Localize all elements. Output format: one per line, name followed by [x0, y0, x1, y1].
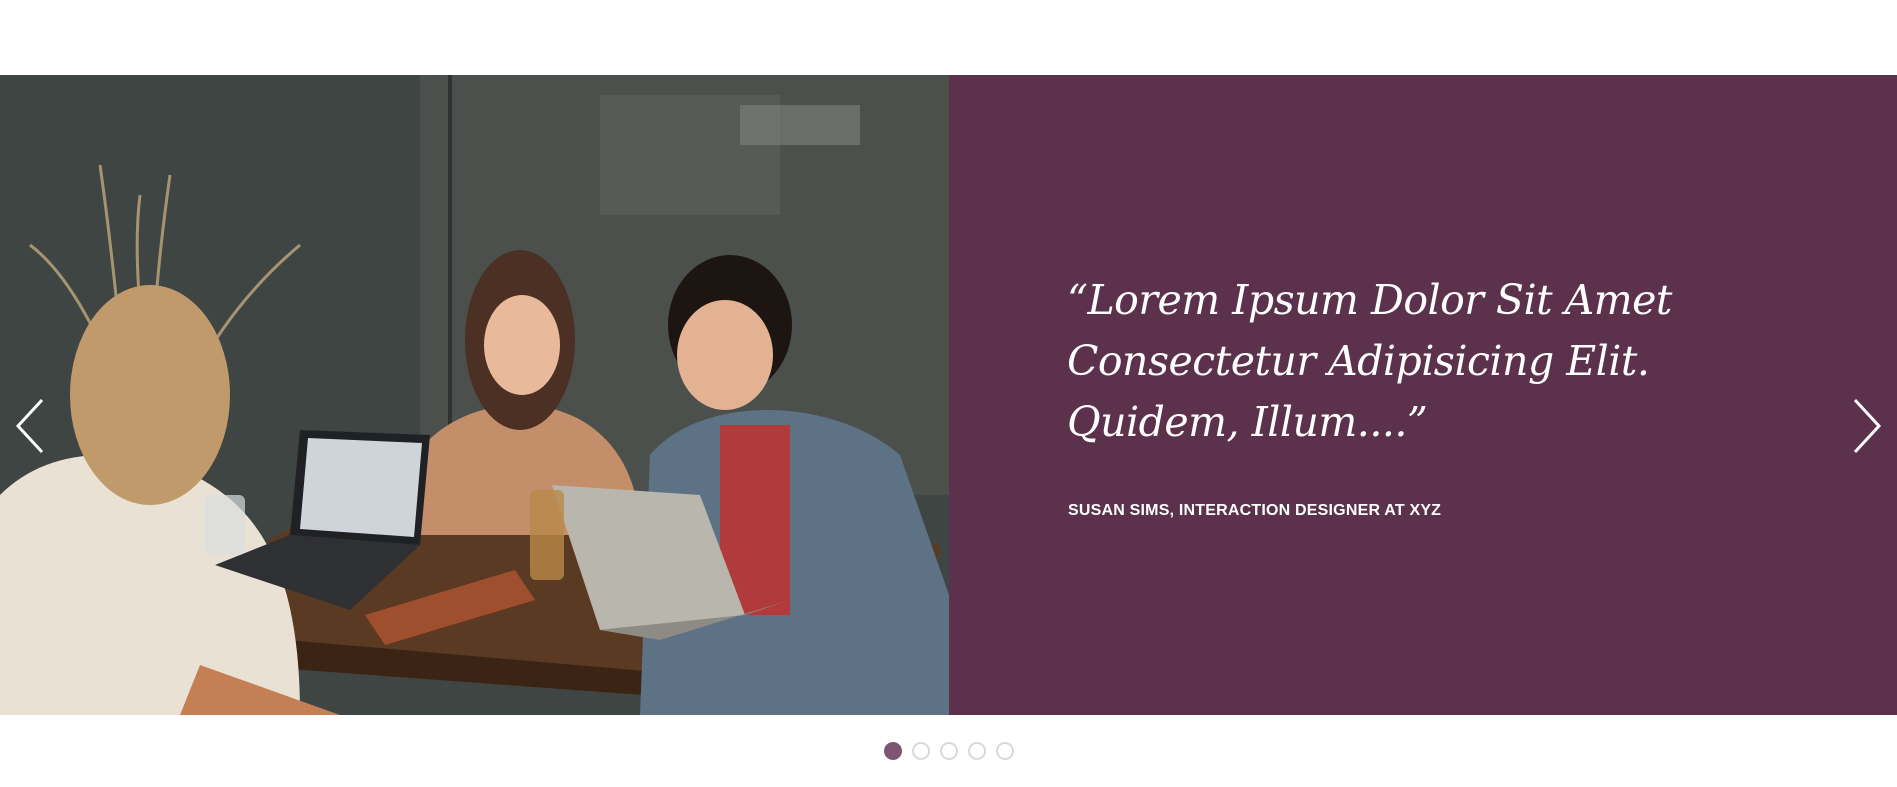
pagination-dot-3[interactable]	[939, 742, 958, 760]
next-slide-button[interactable]	[1847, 396, 1887, 456]
pagination-dot-2[interactable]	[911, 742, 930, 760]
testimonial-author: SUSAN SIMS, INTERACTION DESIGNER AT XYZ	[1068, 502, 1442, 519]
pagination-dot-4[interactable]	[967, 742, 986, 760]
testimonial-photo	[0, 75, 949, 715]
pagination-dot-1[interactable]	[883, 742, 902, 760]
chevron-left-icon	[15, 398, 44, 454]
testimonial-quote: “Lorem Ipsum Dolor Sit Amet Consectetur …	[1067, 276, 1672, 446]
team-meeting-photo	[0, 75, 949, 715]
testimonial-panel: “Lorem Ipsum Dolor Sit Amet Consectetur …	[949, 75, 1897, 715]
previous-slide-button[interactable]	[10, 396, 50, 456]
chevron-right-icon	[1853, 398, 1882, 454]
pagination-dot-5[interactable]	[995, 742, 1014, 760]
testimonial-slider: “Lorem Ipsum Dolor Sit Amet Consectetur …	[0, 75, 1897, 715]
slider-pagination	[0, 742, 1897, 760]
